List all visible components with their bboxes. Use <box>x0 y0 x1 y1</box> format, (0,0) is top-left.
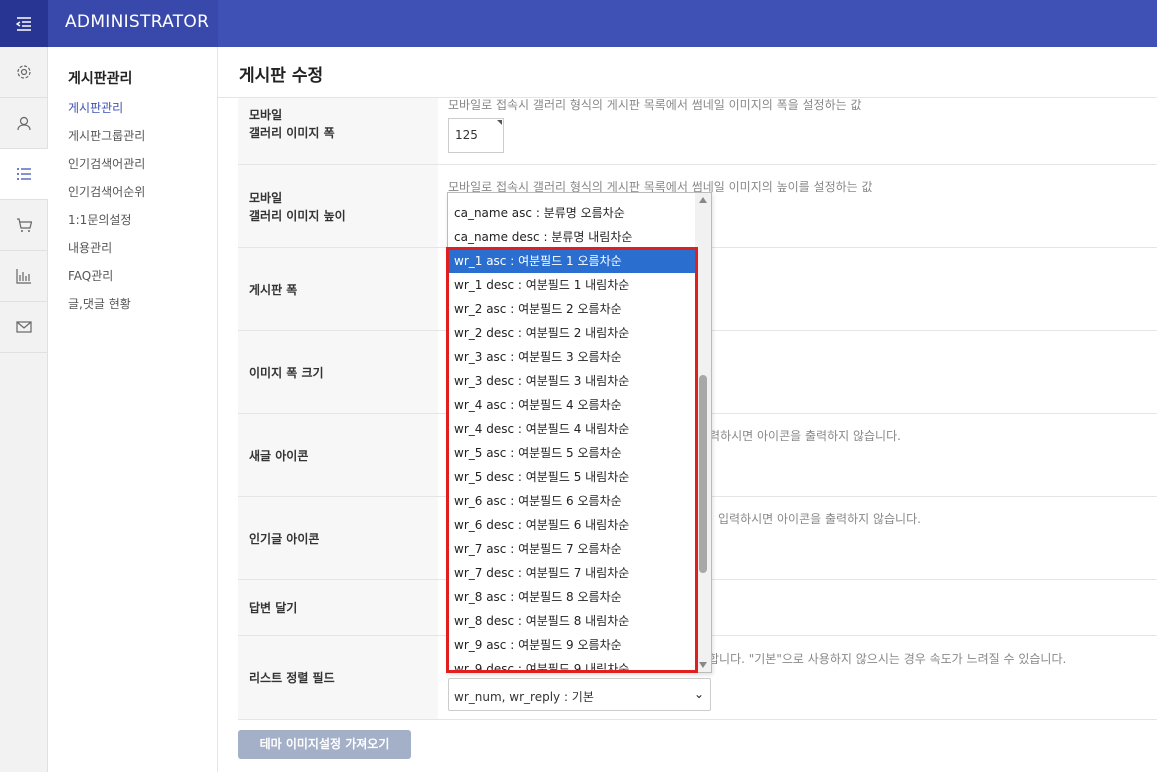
dropdown-option[interactable]: wr_6 desc : 여분필드 6 내림차순 <box>448 513 697 537</box>
help-text: 합니다. "기본"으로 사용하지 않으시는 경우 속도가 느려질 수 있습니다. <box>708 652 1067 666</box>
row-label: 리스트 정렬 필드 <box>249 671 335 685</box>
mail-icon <box>16 321 32 333</box>
rail-mail[interactable] <box>0 302 48 353</box>
brand-title: ADMINISTRATOR <box>48 0 218 47</box>
rail-stats[interactable] <box>0 251 48 302</box>
list-icon <box>17 168 31 180</box>
cart-icon <box>17 218 32 232</box>
subnav-item-board-group[interactable]: 게시판그룹관리 <box>68 128 145 156</box>
dropdown-option[interactable]: wr_9 desc : 여분필드 9 내림차순 <box>448 657 697 672</box>
subnav-item-content[interactable]: 내용관리 <box>68 240 145 268</box>
dropdown-option[interactable]: wr_4 desc : 여분필드 4 내림차순 <box>448 417 697 441</box>
dropdown-option[interactable]: wr_5 desc : 여분필드 5 내림차순 <box>448 465 697 489</box>
dropdown-option[interactable]: wr_3 desc : 여분필드 3 내림차순 <box>448 369 697 393</box>
scroll-up-icon[interactable] <box>699 197 707 203</box>
list-sort-field-select[interactable]: wr_num, wr_reply : 기본 ⌄ <box>448 678 711 711</box>
help-text: 모바일로 접속시 갤러리 형식의 게시판 목록에서 썸네일 이미지의 폭을 설정… <box>448 98 862 112</box>
row-label: 새글 아이콘 <box>249 449 309 463</box>
rail-members[interactable] <box>0 98 48 149</box>
rail-shop[interactable] <box>0 200 48 251</box>
page-title: 게시판 수정 <box>239 66 324 86</box>
subnav-title: 게시판관리 <box>68 71 133 87</box>
subnav-item-board[interactable]: 게시판관리 <box>68 100 145 128</box>
rail-board[interactable] <box>0 149 48 200</box>
sort-field-dropdown-list[interactable]: ca_name asc : 분류명 오름차순 ca_name desc : 분류명… <box>447 192 712 673</box>
dropdown-option[interactable]: wr_7 asc : 여분필드 7 오름차순 <box>448 537 697 561</box>
dropdown-option[interactable]: ca_name asc : 분류명 오름차순 <box>448 201 697 225</box>
load-theme-image-settings-button[interactable]: 테마 이미지설정 가져오기 <box>238 730 411 759</box>
dropdown-option[interactable]: wr_5 asc : 여분필드 5 오름차순 <box>448 441 697 465</box>
help-text: 입력하시면 아이콘을 출력하지 않습니다. <box>718 512 921 526</box>
row-label: 게시판 폭 <box>249 283 298 297</box>
subnav-item-popular-search[interactable]: 인기검색어관리 <box>68 156 145 184</box>
gear-icon <box>17 65 31 79</box>
dropdown-option[interactable]: wr_3 asc : 여분필드 3 오름차순 <box>448 345 697 369</box>
icon-rail <box>0 47 48 772</box>
help-text: 입력하시면 아이콘을 출력하지 않습니다. <box>698 429 901 443</box>
sub-navigation: 게시판관리 게시판관리 게시판그룹관리 인기검색어관리 인기검색어순위 1:1문… <box>48 47 218 772</box>
subnav-item-post-status[interactable]: 글,댓글 현황 <box>68 296 145 324</box>
scroll-down-icon[interactable] <box>699 662 707 668</box>
chart-icon <box>16 269 31 284</box>
dropdown-option[interactable]: wr_8 desc : 여분필드 8 내림차순 <box>448 609 697 633</box>
row-label: 이미지 폭 크기 <box>249 366 324 380</box>
dropdown-option[interactable]: wr_4 asc : 여분필드 4 오름차순 <box>448 393 697 417</box>
top-header: ADMINISTRATOR <box>0 0 1157 47</box>
user-icon <box>17 116 31 131</box>
select-value: wr_num, wr_reply : 기본 <box>454 690 594 704</box>
scrollbar-thumb[interactable] <box>699 375 707 573</box>
dropdown-option[interactable]: wr_9 asc : 여분필드 9 오름차순 <box>448 633 697 657</box>
subnav-item-faq[interactable]: FAQ관리 <box>68 268 145 296</box>
row-label: 인기글 아이콘 <box>249 532 320 546</box>
dropdown-option[interactable]: wr_2 asc : 여분필드 2 오름차순 <box>448 297 697 321</box>
chevron-down-icon: ⌄ <box>693 687 704 701</box>
dropdown-option[interactable]: wr_2 desc : 여분필드 2 내림차순 <box>448 321 697 345</box>
dropdown-option[interactable]: wr_7 desc : 여분필드 7 내림차순 <box>448 561 697 585</box>
row-label: 모바일 갤러리 이미지 높이 <box>249 191 346 223</box>
subnav-item-popular-rank[interactable]: 인기검색어순위 <box>68 184 145 212</box>
dropdown-option[interactable]: ca_name desc : 분류명 내림차순 <box>448 225 697 249</box>
mobile-gallery-width-input[interactable]: 125 <box>448 118 504 153</box>
row-label: 답변 달기 <box>249 601 298 615</box>
dropdown-option[interactable]: wr_8 asc : 여분필드 8 오름차순 <box>448 585 697 609</box>
dropdown-scrollbar[interactable] <box>695 193 711 672</box>
dropdown-option[interactable]: wr_1 asc : 여분필드 1 오름차순 <box>448 249 697 273</box>
dropdown-option[interactable]: wr_6 asc : 여분필드 6 오름차순 <box>448 489 697 513</box>
rail-settings[interactable] <box>0 47 48 98</box>
subnav-item-qa-settings[interactable]: 1:1문의설정 <box>68 212 145 240</box>
dropdown-option[interactable]: wr_1 desc : 여분필드 1 내림차순 <box>448 273 697 297</box>
menu-collapse-icon[interactable] <box>0 0 48 47</box>
form-row: 모바일 갤러리 이미지 폭 모바일로 접속시 갤러리 형식의 게시판 목록에서 썸… <box>238 98 1157 165</box>
row-label: 모바일 갤러리 이미지 폭 <box>249 108 335 140</box>
